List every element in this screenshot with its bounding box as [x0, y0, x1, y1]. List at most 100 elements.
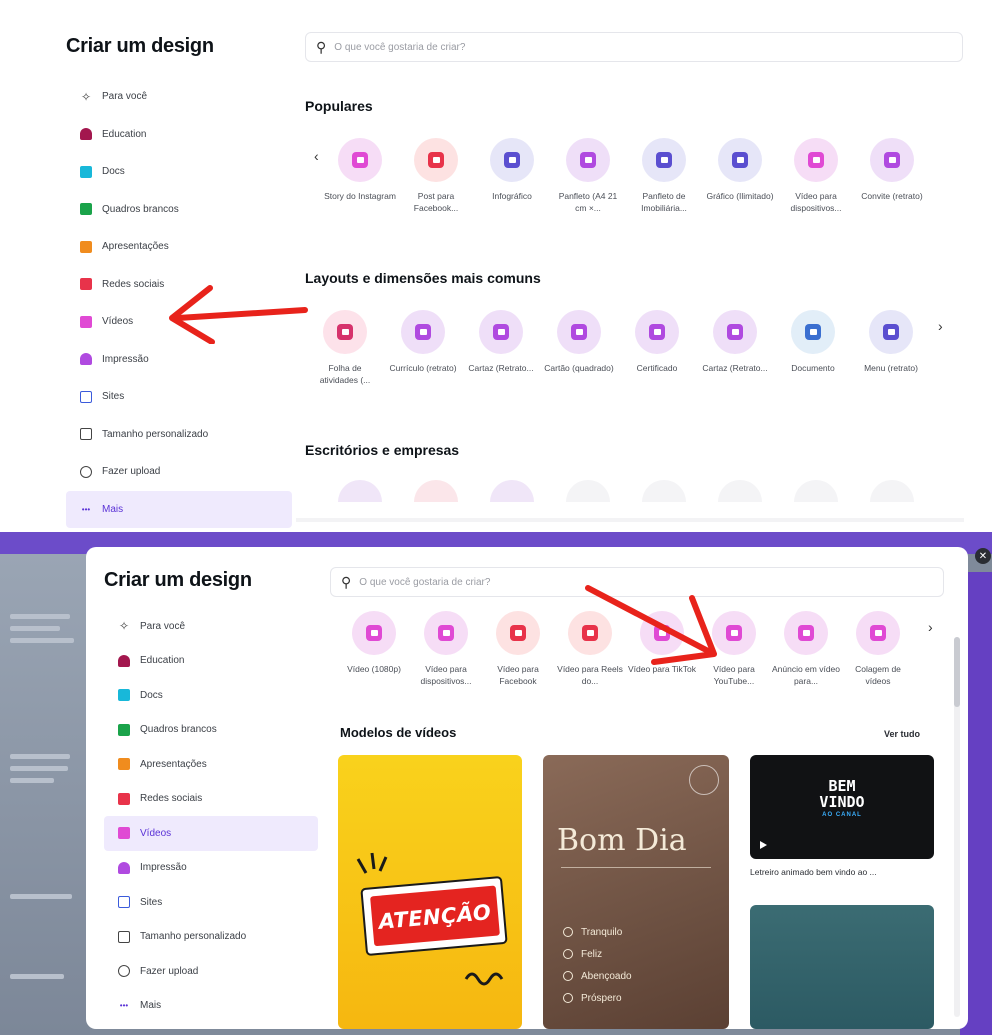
- chevron-right-icon[interactable]: ›: [938, 318, 943, 334]
- design-type-tile[interactable]: Vídeo para dispositivos...: [408, 611, 484, 687]
- sidebar-item-label: Fazer upload: [102, 466, 161, 478]
- design-type-tile[interactable]: Certificado: [619, 310, 695, 386]
- design-type-icon: [323, 310, 367, 354]
- search-bar[interactable]: ⚲: [305, 32, 963, 62]
- upload-icon: [80, 465, 92, 478]
- scrollbar-thumb[interactable]: [954, 637, 960, 707]
- bom-dia-list-item: Tranquilo: [563, 921, 632, 943]
- sidebar-item-label: Impressão: [140, 862, 187, 874]
- sidebar-item-para-voc[interactable]: ✧ Para você: [66, 78, 292, 116]
- sidebar-item-redes-sociais[interactable]: Redes sociais: [104, 782, 318, 817]
- design-type-tile[interactable]: Vídeo (1080p): [336, 611, 412, 687]
- design-type-tile[interactable]: Documento: [775, 310, 851, 386]
- design-type-tile[interactable]: Colagem de vídeos: [840, 611, 916, 687]
- category-sidebar: ✧ Para você Education Docs Quadros brancos Ap…: [104, 609, 318, 1023]
- template-card-attention[interactable]: ATENÇÃO: [338, 755, 522, 1029]
- sidebar-item-tamanho-personalizado[interactable]: Tamanho personalizado: [104, 920, 318, 955]
- scrollbar[interactable]: [954, 637, 960, 1017]
- design-type-tile[interactable]: Menu (retrato): [853, 310, 929, 386]
- design-type-icon: [566, 138, 610, 182]
- sidebar-item-education[interactable]: Education: [66, 116, 292, 154]
- sidebar-item-label: Vídeos: [102, 316, 134, 328]
- red-arrow-annotation: [169, 285, 308, 344]
- design-type-icon: [557, 310, 601, 354]
- top-screenshot-panel: Criar um design ✧ Para você Education Docs Q…: [0, 0, 992, 528]
- design-type-label: Panfleto (A4 21 cm ×...: [558, 191, 618, 213]
- social-media-icon: [80, 278, 92, 291]
- sidebar-item-sites[interactable]: Sites: [66, 378, 292, 416]
- design-type-label: Post para Facebook...: [413, 191, 459, 213]
- design-type-tile[interactable]: Cartaz (Retrato...: [697, 310, 773, 386]
- design-type-icon: [490, 138, 534, 182]
- design-type-tile[interactable]: Gráfico (Ilimitado): [702, 138, 778, 214]
- template-card-partial[interactable]: [750, 905, 934, 1029]
- presentation-icon: [80, 240, 92, 253]
- sidebar-item-mais[interactable]: ••• Mais: [66, 490, 292, 528]
- see-all-link[interactable]: Ver tudo: [884, 729, 920, 739]
- design-type-tile[interactable]: Story do Instagram: [322, 138, 398, 214]
- bom-dia-list-item: Feliz: [563, 943, 632, 965]
- bom-dia-list: Tranquilo Feliz Abençoado Próspero: [563, 921, 632, 1009]
- graduation-cap-icon: [118, 654, 130, 667]
- design-type-tile[interactable]: Convite (retrato): [854, 138, 930, 214]
- search-input[interactable]: [334, 41, 916, 53]
- template-card-bom-dia[interactable]: Bom Dia Tranquilo Feliz Abençoado Próspero: [543, 755, 729, 1029]
- sidebar-item-label: Tamanho personalizado: [140, 931, 247, 943]
- sidebar-item-v-deos[interactable]: Vídeos: [104, 816, 318, 851]
- sidebar-item-tamanho-personalizado[interactable]: Tamanho personalizado: [66, 416, 292, 454]
- sidebar-item-fazer-upload[interactable]: Fazer upload: [104, 954, 318, 989]
- bom-dia-list-item: Próspero: [563, 987, 632, 1009]
- sidebar-item-quadros-brancos[interactable]: Quadros brancos: [66, 191, 292, 229]
- sidebar-item-education[interactable]: Education: [104, 644, 318, 679]
- design-type-icon: [870, 138, 914, 182]
- chevron-right-icon[interactable]: ›: [928, 619, 933, 635]
- sidebar-item-apresenta-es[interactable]: Apresentações: [104, 747, 318, 782]
- sidebar-item-impress-o[interactable]: Impressão: [104, 851, 318, 886]
- design-type-tile[interactable]: Cartaz (Retrato...: [463, 310, 539, 386]
- sidebar-item-para-voc[interactable]: ✧ Para você: [104, 609, 318, 644]
- design-type-tile[interactable]: Panfleto de Imobiliária...: [626, 138, 702, 214]
- design-type-tile[interactable]: Anúncio em vídeo para...: [768, 611, 844, 687]
- sidebar-item-fazer-upload[interactable]: Fazer upload: [66, 453, 292, 491]
- sidebar-item-mais[interactable]: ••• Mais: [104, 989, 318, 1024]
- sidebar-item-label: Redes sociais: [102, 278, 165, 290]
- design-type-tile[interactable]: Cartão (quadrado): [541, 310, 617, 386]
- chevron-left-icon[interactable]: ‹: [314, 148, 319, 164]
- design-type-tile[interactable]: Post para Facebook...: [398, 138, 474, 214]
- sidebar-item-apresenta-es[interactable]: Apresentações: [66, 228, 292, 266]
- presentation-icon: [118, 758, 130, 771]
- design-type-icon: [784, 611, 828, 655]
- design-type-tile[interactable]: Infográfico: [474, 138, 550, 214]
- design-type-tile[interactable]: Panfleto (A4 21 cm ×...: [550, 138, 626, 214]
- design-type-icon: [635, 310, 679, 354]
- sidebar-item-label: Quadros brancos: [102, 203, 179, 215]
- popular-designs-row: Story do Instagram Post para Facebook... I…: [322, 138, 930, 214]
- docs-icon: [80, 165, 92, 178]
- sidebar-item-docs[interactable]: Docs: [66, 153, 292, 191]
- template-card-bem-vindo[interactable]: BEM VINDO AO CANAL: [750, 755, 934, 859]
- sidebar-item-impress-o[interactable]: Impressão: [66, 341, 292, 379]
- design-type-icon: [352, 611, 396, 655]
- sidebar-item-quadros-brancos[interactable]: Quadros brancos: [104, 713, 318, 748]
- sidebar-item-sites[interactable]: Sites: [104, 885, 318, 920]
- design-type-icon: [713, 310, 757, 354]
- bottom-screenshot-panel: ✕ Criar um design ✧ Para você Education Doc…: [0, 532, 992, 1035]
- design-type-tile[interactable]: Vídeo para dispositivos...: [778, 138, 854, 214]
- sidebar-item-docs[interactable]: Docs: [104, 678, 318, 713]
- docs-icon: [118, 689, 130, 702]
- section-heading-offices: Escritórios e empresas: [305, 442, 460, 458]
- design-type-tile[interactable]: Folha de atividades (...: [307, 310, 383, 386]
- offices-row-partial: [338, 480, 946, 502]
- design-type-label: Vídeo (1080p): [347, 664, 401, 674]
- bem-vindo-line1: BEM: [828, 777, 856, 795]
- sidebar-item-label: Redes sociais: [140, 793, 203, 805]
- play-icon[interactable]: [760, 841, 767, 849]
- design-type-tile[interactable]: Currículo (retrato): [385, 310, 461, 386]
- sidebar-item-label: Apresentações: [140, 758, 207, 770]
- upload-icon: [118, 965, 130, 978]
- attention-graphic: [356, 852, 508, 986]
- close-icon[interactable]: ✕: [975, 548, 991, 564]
- design-type-tile[interactable]: Vídeo para Facebook: [480, 611, 556, 687]
- design-type-icon: [856, 611, 900, 655]
- design-type-icon: [794, 138, 838, 182]
